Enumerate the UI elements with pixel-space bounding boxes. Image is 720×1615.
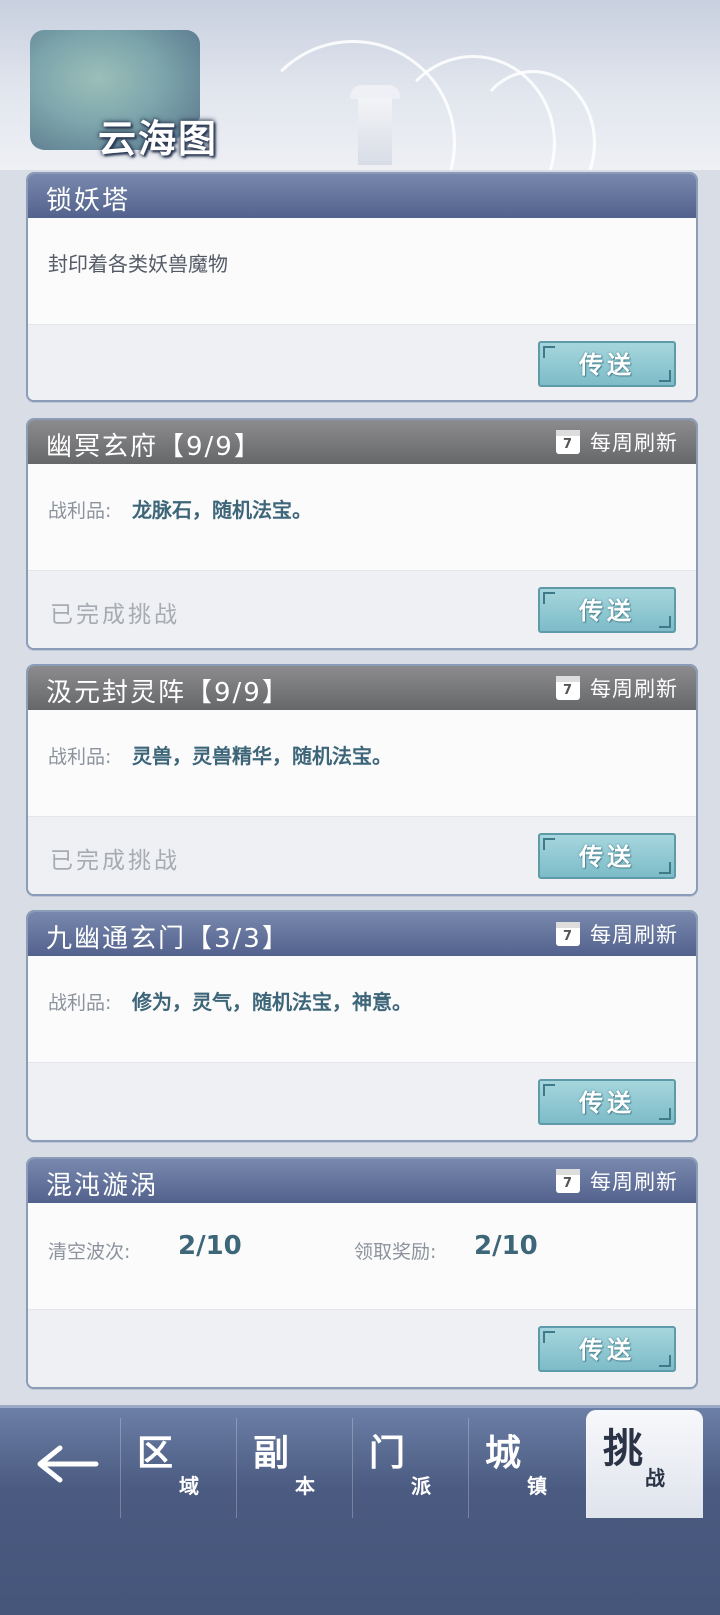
dungeon-card-jiyuan: 汲元封灵阵【9/9】 7 每周刷新 战利品: 灵兽，灵兽精华，随机法宝。 已完成… <box>26 664 698 896</box>
card-body: 清空波次: 2/10 领取奖励: 2/10 <box>28 1203 696 1310</box>
weekly-refresh-badge: 7 每周刷新 <box>556 1167 678 1195</box>
tower-illustration <box>350 85 400 165</box>
tab-sect[interactable]: 门 派 <box>352 1418 469 1518</box>
loot-value: 龙脉石，随机法宝。 <box>132 498 312 522</box>
header-banner: 云海图 <box>0 0 720 170</box>
tab-region[interactable]: 区 域 <box>120 1418 237 1518</box>
teleport-button[interactable]: 传送 <box>538 1079 676 1125</box>
dungeon-card-lock-demon-tower: 锁妖塔 封印着各类妖兽魔物 传送 <box>26 172 698 402</box>
card-title: 九幽通玄门【3/3】 <box>46 924 290 954</box>
card-header: 九幽通玄门【3/3】 7 每周刷新 <box>28 912 696 956</box>
loot-label: 战利品: <box>48 500 112 522</box>
page-title: 云海图 <box>98 117 219 161</box>
tab-label-sub: 域 <box>179 1474 199 1498</box>
card-header: 汲元封灵阵【9/9】 7 每周刷新 <box>28 666 696 710</box>
calendar-icon: 7 <box>556 922 580 946</box>
tab-label-main: 门 <box>369 1433 406 1474</box>
card-body: 战利品: 灵兽，灵兽精华，随机法宝。 <box>28 710 696 817</box>
loot-value: 灵兽，灵兽精华，随机法宝。 <box>132 744 392 768</box>
card-body: 战利品: 龙脉石，随机法宝。 <box>28 464 696 571</box>
refresh-label: 每周刷新 <box>590 1170 678 1194</box>
tab-label-main: 城 <box>485 1433 522 1474</box>
card-header: 混沌漩涡 7 每周刷新 <box>28 1159 696 1203</box>
card-header: 锁妖塔 <box>28 174 696 218</box>
calendar-icon: 7 <box>556 676 580 700</box>
tab-label-main: 区 <box>137 1433 174 1474</box>
calendar-icon: 7 <box>556 430 580 454</box>
weekly-refresh-badge: 7 每周刷新 <box>556 920 678 948</box>
card-title: 幽冥玄府【9/9】 <box>46 432 262 462</box>
weekly-refresh-badge: 7 每周刷新 <box>556 428 678 456</box>
bottom-nav: 区 域 副 本 门 派 城 镇 挑 战 <box>0 1405 720 1615</box>
loot-value: 修为，灵气，随机法宝，神意。 <box>132 990 412 1014</box>
tab-label-sub: 本 <box>295 1474 315 1498</box>
back-button[interactable] <box>24 1424 112 1504</box>
calendar-icon: 7 <box>556 1169 580 1193</box>
dungeon-card-youming: 幽冥玄府【9/9】 7 每周刷新 战利品: 龙脉石，随机法宝。 已完成挑战 传送 <box>26 418 698 650</box>
dungeon-card-jiuyou: 九幽通玄门【3/3】 7 每周刷新 战利品: 修为，灵气，随机法宝，神意。 传送 <box>26 910 698 1142</box>
card-footer: 已完成挑战 传送 <box>28 571 696 648</box>
refresh-label: 每周刷新 <box>590 923 678 947</box>
loot-label: 战利品: <box>48 992 112 1014</box>
weekly-refresh-badge: 7 每周刷新 <box>556 674 678 702</box>
card-title: 混沌漩涡 <box>46 1171 159 1201</box>
loot-label: 战利品: <box>48 746 112 768</box>
card-body: 封印着各类妖兽魔物 <box>28 218 696 325</box>
tab-dungeon[interactable]: 副 本 <box>236 1418 353 1518</box>
teleport-button[interactable]: 传送 <box>538 341 676 387</box>
waves-value: 2/10 <box>178 1231 242 1261</box>
back-arrow-icon <box>37 1445 99 1483</box>
reward-value: 2/10 <box>474 1231 538 1261</box>
card-footer: 传送 <box>28 1063 696 1140</box>
completed-status: 已完成挑战 <box>50 848 180 874</box>
card-title: 锁妖塔 <box>46 186 131 216</box>
tab-label-sub: 派 <box>411 1474 431 1498</box>
teleport-button[interactable]: 传送 <box>538 587 676 633</box>
tab-label-sub: 战 <box>645 1466 665 1490</box>
card-footer: 传送 <box>28 325 696 400</box>
teleport-button[interactable]: 传送 <box>538 833 676 879</box>
teleport-button[interactable]: 传送 <box>538 1326 676 1372</box>
tab-label-main: 副 <box>253 1433 290 1474</box>
completed-status: 已完成挑战 <box>50 602 180 628</box>
dungeon-card-chaos-vortex: 混沌漩涡 7 每周刷新 清空波次: 2/10 领取奖励: 2/10 传送 <box>26 1157 698 1389</box>
waves-label: 清空波次: <box>48 1241 131 1263</box>
card-footer: 传送 <box>28 1310 696 1387</box>
card-header: 幽冥玄府【9/9】 7 每周刷新 <box>28 420 696 464</box>
reward-label: 领取奖励: <box>354 1241 437 1263</box>
card-title: 汲元封灵阵【9/9】 <box>46 678 290 708</box>
tab-challenge[interactable]: 挑 战 <box>586 1410 703 1518</box>
card-body: 战利品: 修为，灵气，随机法宝，神意。 <box>28 956 696 1063</box>
card-description: 封印着各类妖兽魔物 <box>48 252 228 276</box>
tab-label-main: 挑 <box>603 1426 643 1472</box>
tab-label-sub: 镇 <box>527 1474 547 1498</box>
tab-town[interactable]: 城 镇 <box>468 1418 585 1518</box>
refresh-label: 每周刷新 <box>590 431 678 455</box>
refresh-label: 每周刷新 <box>590 677 678 701</box>
card-footer: 已完成挑战 传送 <box>28 817 696 894</box>
